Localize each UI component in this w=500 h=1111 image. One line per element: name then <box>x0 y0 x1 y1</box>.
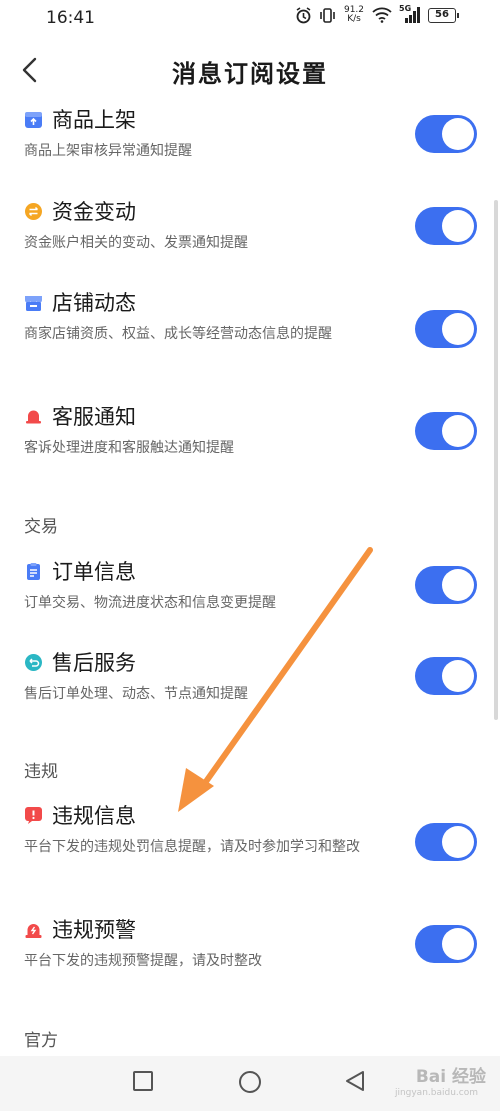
toggle-knob <box>442 210 474 242</box>
setting-title: 店铺动态 <box>52 291 136 315</box>
setting-desc: 售后订单处理、动态、节点通知提醒 <box>24 686 248 702</box>
cellular-signal: 5G <box>399 4 421 23</box>
toggle-knob <box>442 415 474 447</box>
toggle-after-sales[interactable] <box>415 657 477 695</box>
store-icon <box>25 295 42 311</box>
toggle-fund-change[interactable] <box>415 207 477 245</box>
product-icon <box>25 111 42 128</box>
net-speed: 91.2 K/s <box>343 5 365 24</box>
alarm-icon <box>296 6 311 23</box>
back-triangle-icon[interactable] <box>344 1070 366 1092</box>
recents-square-icon[interactable] <box>132 1070 154 1092</box>
watermark: Bai 经验 <box>415 1067 486 1087</box>
setting-desc: 平台下发的违规预警提醒，请及时整改 <box>24 953 262 969</box>
home-circle-icon[interactable] <box>238 1070 262 1094</box>
wifi-icon <box>372 7 392 23</box>
bell-icon <box>26 410 41 423</box>
clipboard-icon <box>27 562 40 580</box>
page-title: 消息订阅设置 <box>172 59 328 88</box>
watermark-sub: jingyan.baidu.com <box>394 1088 478 1098</box>
battery-indicator: 56 <box>428 7 459 23</box>
siren-icon <box>25 923 42 938</box>
status-time: 16:41 <box>46 8 95 28</box>
toggle-knob <box>442 569 474 601</box>
scrollbar[interactable] <box>494 200 498 720</box>
nav-bar: 消息订阅设置 <box>0 44 500 96</box>
toggle-customer-service[interactable] <box>415 412 477 450</box>
toggle-knob <box>442 118 474 150</box>
setting-desc: 平台下发的违规处罚信息提醒，请及时参加学习和整改 <box>24 839 360 855</box>
vibrate-icon <box>320 7 335 23</box>
signal-icon <box>405 7 420 23</box>
setting-title: 资金变动 <box>52 200 136 224</box>
toggle-violation-info[interactable] <box>415 823 477 861</box>
section-label-violation: 违规 <box>24 762 58 782</box>
toggle-knob <box>442 313 474 345</box>
toggle-knob <box>442 660 474 692</box>
section-label-official: 官方 <box>24 1031 58 1051</box>
toggle-store-news[interactable] <box>415 310 477 348</box>
toggle-knob <box>442 928 474 960</box>
toggle-product-listing[interactable] <box>415 115 477 153</box>
setting-title: 违规预警 <box>52 918 136 942</box>
setting-title: 商品上架 <box>52 108 136 132</box>
setting-desc: 资金账户相关的变动、发票通知提醒 <box>24 235 248 251</box>
status-icons: 91.2 K/s 5G 56 <box>295 4 459 24</box>
return-icon <box>25 653 42 671</box>
setting-desc: 商家店铺资质、权益、成长等经营动态信息的提醒 <box>24 326 332 342</box>
money-icon <box>25 202 42 220</box>
setting-title: 售后服务 <box>52 651 136 675</box>
alert-icon <box>25 806 42 824</box>
toggle-order-info[interactable] <box>415 566 477 604</box>
setting-desc: 订单交易、物流进度状态和信息变更提醒 <box>24 595 276 611</box>
setting-desc: 客诉处理进度和客服触达通知提醒 <box>24 440 234 456</box>
setting-title: 违规信息 <box>52 804 136 828</box>
setting-desc: 商品上架审核异常通知提醒 <box>24 143 192 159</box>
setting-title: 订单信息 <box>52 560 136 584</box>
section-label-trade: 交易 <box>24 517 58 537</box>
toggle-violation-warning[interactable] <box>415 925 477 963</box>
status-bar: 16:41 91.2 K/s 5G 56 <box>0 0 500 40</box>
setting-title: 客服通知 <box>52 405 136 429</box>
toggle-knob <box>442 826 474 858</box>
settings-list: 商品上架 商品上架审核异常通知提醒 资金变动 资金账户相关的变动、发票通知提醒 … <box>0 96 500 1056</box>
